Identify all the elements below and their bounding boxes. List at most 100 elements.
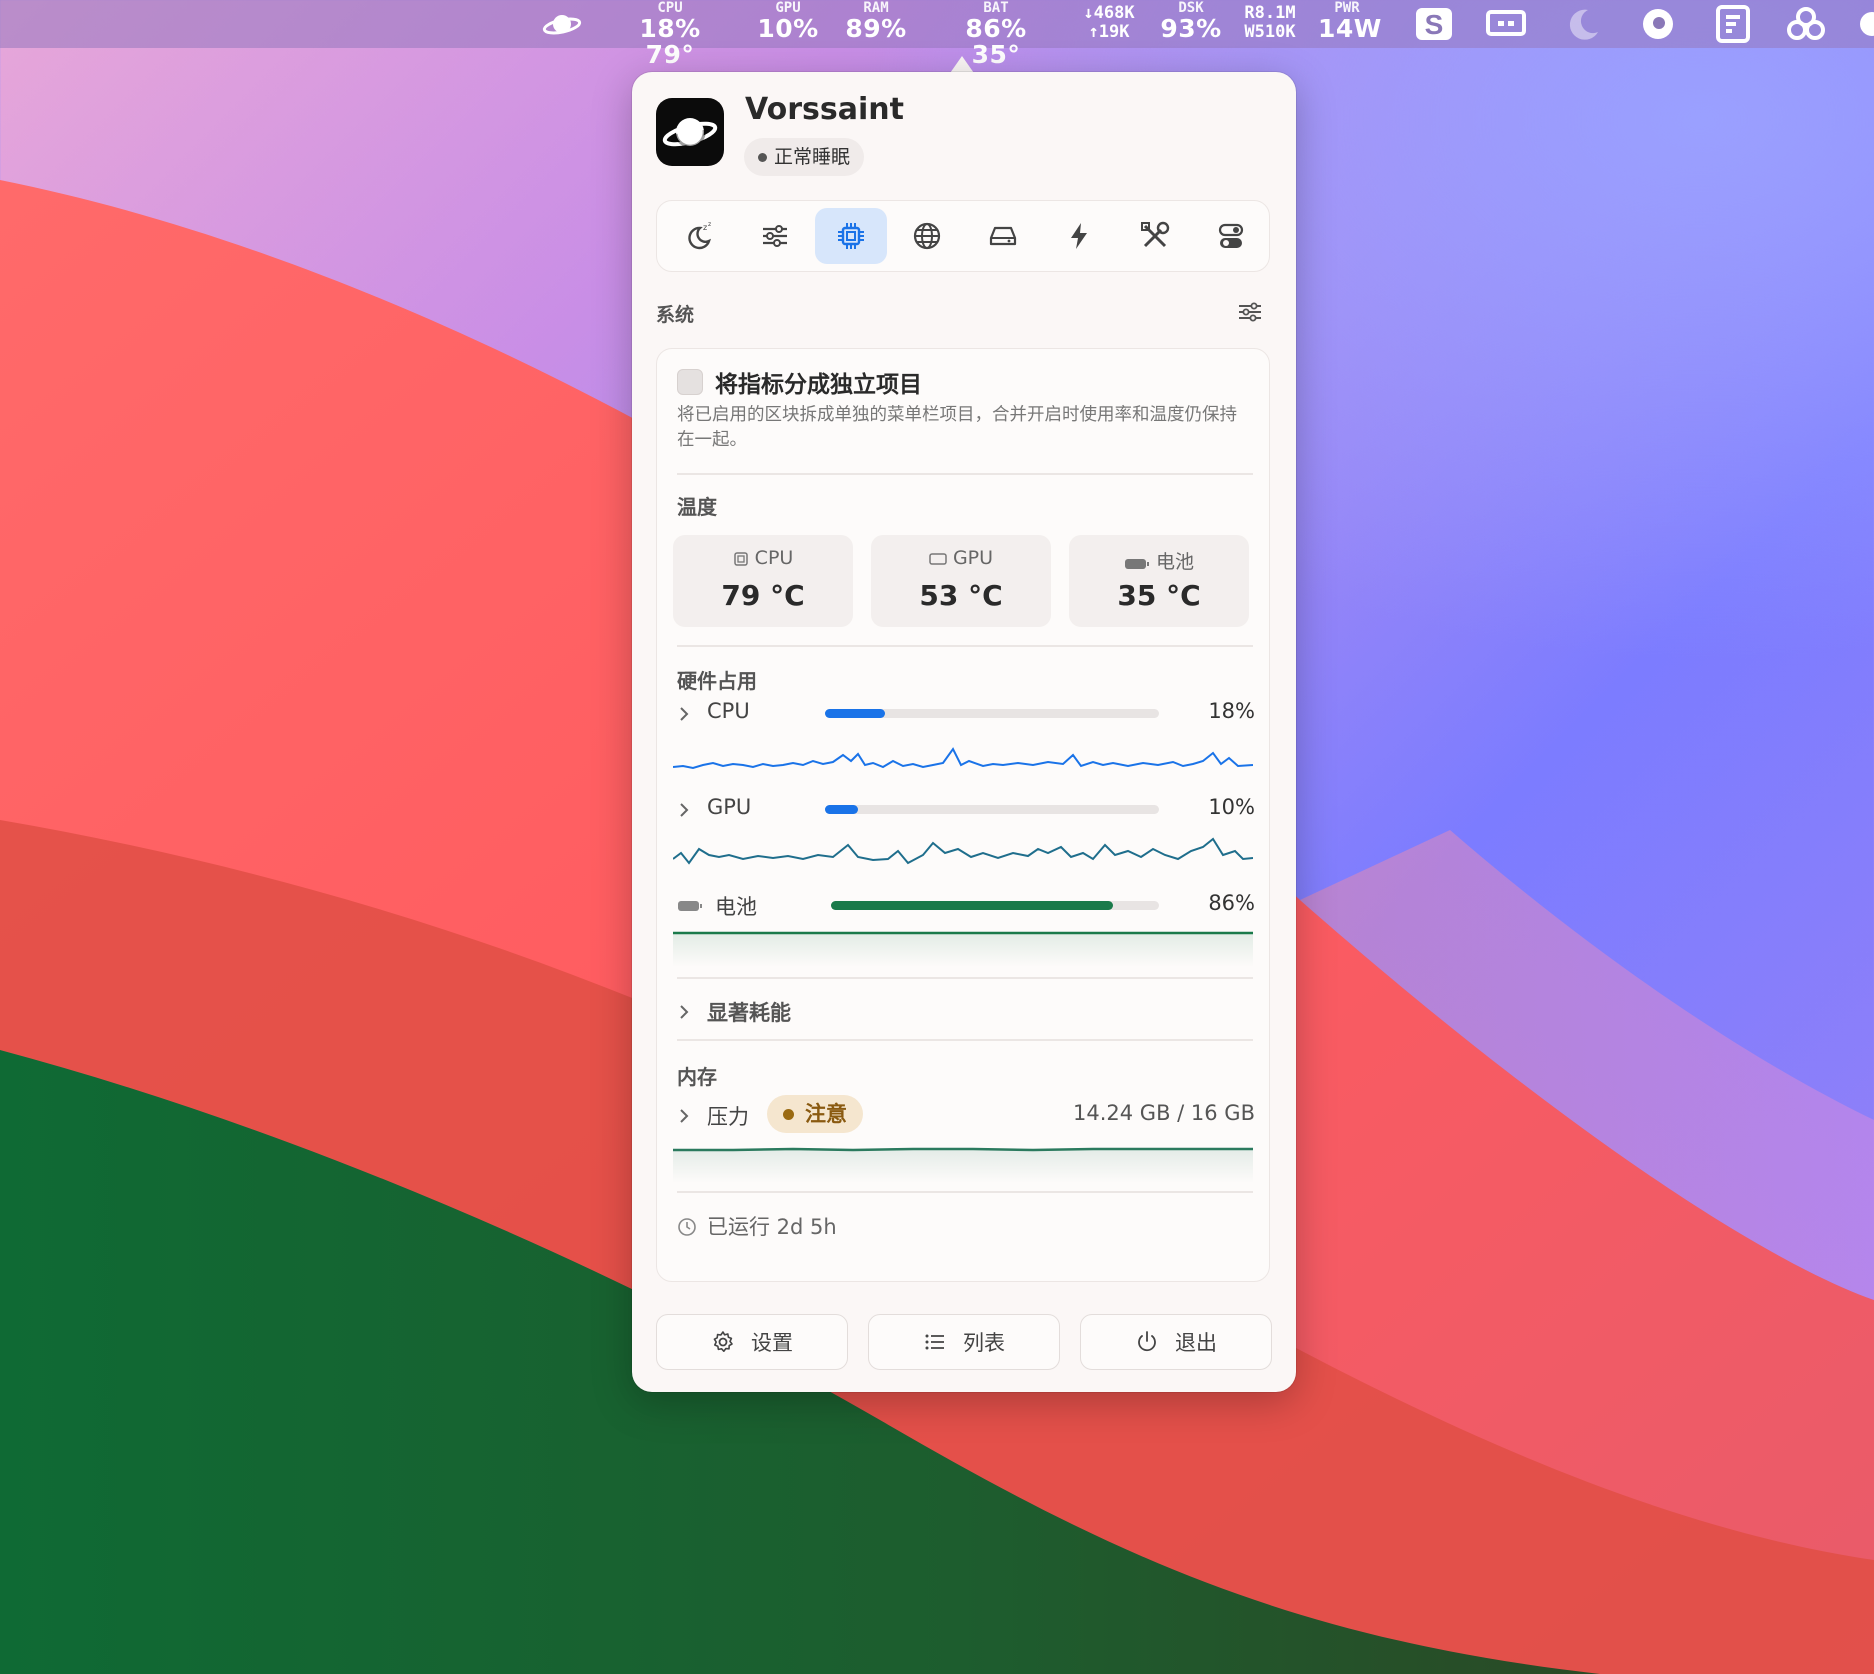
battery-usage-track <box>831 901 1159 910</box>
cpu-usage-label: CPU <box>707 699 750 723</box>
menubar-cpu-label: CPU <box>657 0 683 16</box>
tab-sliders[interactable] <box>739 208 811 264</box>
memory-title: 内存 <box>677 1065 717 1089</box>
menubar-disk-io[interactable]: R8.1M W510K <box>1238 0 1302 48</box>
display-icon[interactable] <box>1486 4 1526 44</box>
clock-icon <box>678 1218 696 1236</box>
battery-sparkline <box>673 931 1253 967</box>
list-button[interactable]: 列表 <box>868 1314 1060 1370</box>
svg-text:z: z <box>708 221 711 228</box>
battery-usage-label: 电池 <box>715 895 757 919</box>
gpu-icon <box>929 553 947 565</box>
bolt-icon <box>1071 223 1087 249</box>
menubar-net-up: ↑19K <box>1088 22 1130 42</box>
moon-icon[interactable] <box>1564 4 1604 44</box>
chip-icon <box>838 223 864 249</box>
vorssaint-popover: Vorssaint 正常睡眠 z z 系统 将指标分成独立项目 将已启用的区块拆… <box>632 72 1296 1392</box>
tab-system[interactable] <box>815 208 887 264</box>
sliders-icon <box>763 225 787 247</box>
tab-toggles[interactable] <box>1195 208 1267 264</box>
memory-pressure-label: 压力 <box>707 1105 749 1129</box>
saturn-app-icon[interactable] <box>542 4 582 44</box>
chevron-right-icon <box>680 1005 689 1019</box>
tab-disk[interactable] <box>967 208 1039 264</box>
section-settings-icon[interactable] <box>1236 298 1264 326</box>
cpu-usage-row[interactable]: CPU 18% <box>677 699 1255 729</box>
s-app-icon[interactable]: S <box>1414 4 1454 44</box>
cpu-temp-label-row: CPU <box>673 547 853 569</box>
gpu-sparkline <box>673 837 1253 865</box>
menubar-disk-label: DSK <box>1178 0 1204 16</box>
chip-icon <box>733 552 748 566</box>
tab-network[interactable] <box>891 208 963 264</box>
tab-bar: z z <box>656 200 1270 272</box>
saturn-logo-icon <box>662 118 718 148</box>
drive-icon <box>989 226 1017 246</box>
quit-label: 退出 <box>1175 1331 1217 1355</box>
menubar-disk[interactable]: DSK 93% <box>1160 0 1222 48</box>
uptime-text: 已运行 2d 5h <box>707 1215 837 1239</box>
cloud-sync-icon[interactable] <box>1786 4 1826 44</box>
list-icon <box>925 1334 944 1350</box>
gpu-usage-row[interactable]: GPU 10% <box>677 795 1255 825</box>
menubar-battery-label: BAT <box>983 0 1009 16</box>
app-name: Vorssaint <box>745 92 904 127</box>
globe-icon <box>913 222 941 250</box>
gpu-temp-label-row: GPU <box>871 547 1051 569</box>
menubar-power-label: PWR <box>1334 0 1360 16</box>
quit-button[interactable]: 退出 <box>1080 1314 1272 1370</box>
sleep-status-badge: 正常睡眠 <box>744 138 865 176</box>
menubar-power[interactable]: PWR 14W <box>1318 0 1382 48</box>
menubar-ram[interactable]: RAM 89% <box>844 0 908 48</box>
menubar-gpu-value: 10% <box>757 14 819 43</box>
menubar-gpu-label: GPU <box>775 0 801 16</box>
split-items-title: 将指标分成独立项目 <box>715 372 922 398</box>
clipboard-icon[interactable] <box>1714 4 1754 44</box>
menubar-gpu[interactable]: GPU 10% <box>756 0 820 48</box>
menubar-disk-value: 93% <box>1160 14 1222 43</box>
split-items-checkbox[interactable] <box>677 369 703 395</box>
svg-text:z: z <box>703 223 707 232</box>
battery-temp-card: 电池 35 °C <box>1069 535 1249 627</box>
memory-pressure-row[interactable]: 压力 注意 14.24 GB / 16 GB <box>677 1095 1255 1133</box>
tab-sleep[interactable]: z z <box>663 208 735 264</box>
cpu-temp-label: CPU <box>754 547 794 569</box>
battery-usage-row: 电池 86% <box>677 891 1255 921</box>
menubar-cpu[interactable]: CPU 18% 79° <box>614 0 726 68</box>
divider <box>677 645 1253 647</box>
menubar-disk-read: R8.1M <box>1244 3 1296 23</box>
chevron-right-icon <box>680 707 689 721</box>
tab-tools[interactable] <box>1119 208 1191 264</box>
status-dot <box>758 153 767 162</box>
memory-pressure-status: 注意 <box>805 1102 847 1126</box>
battery-temp-value: 35 °C <box>1117 579 1201 612</box>
gpu-usage-label: GPU <box>707 795 752 819</box>
menubar-disk-write: W510K <box>1244 22 1296 42</box>
cpu-usage-percent: 18% <box>1208 699 1255 723</box>
menubar-network[interactable]: ↓468K ↑19K <box>1076 0 1142 48</box>
hardware-title: 硬件占用 <box>677 669 757 693</box>
record-icon[interactable] <box>1638 4 1678 44</box>
memory-usage: 14.24 GB / 16 GB <box>1073 1101 1255 1125</box>
sleep-moon-icon: z z <box>688 221 711 250</box>
warning-dot <box>783 1109 794 1120</box>
menubar-ram-value: 89% <box>845 14 907 43</box>
menubar-power-value: 14W <box>1318 14 1382 43</box>
gpu-temp-card: GPU 53 °C <box>871 535 1051 627</box>
settings-button[interactable]: 设置 <box>656 1314 848 1370</box>
tools-icon <box>1141 221 1170 248</box>
menubar-ram-label: RAM <box>863 0 889 16</box>
energy-row[interactable]: 显著耗能 <box>677 997 1255 1027</box>
cpu-temp-card: CPU 79 °C <box>673 535 853 627</box>
menubar-battery[interactable]: BAT 86% 35° <box>940 0 1052 68</box>
tab-power[interactable] <box>1043 208 1115 264</box>
sleep-status-text: 正常睡眠 <box>774 146 851 168</box>
battery-icon <box>678 901 702 911</box>
power-icon <box>1138 1331 1156 1352</box>
list-label: 列表 <box>963 1331 1005 1355</box>
cpu-usage-track <box>825 709 1159 718</box>
divider <box>677 473 1253 475</box>
more-icon[interactable] <box>1858 4 1874 44</box>
svg-text:S: S <box>1425 9 1444 40</box>
menubar-net-down: ↓468K <box>1083 3 1135 23</box>
